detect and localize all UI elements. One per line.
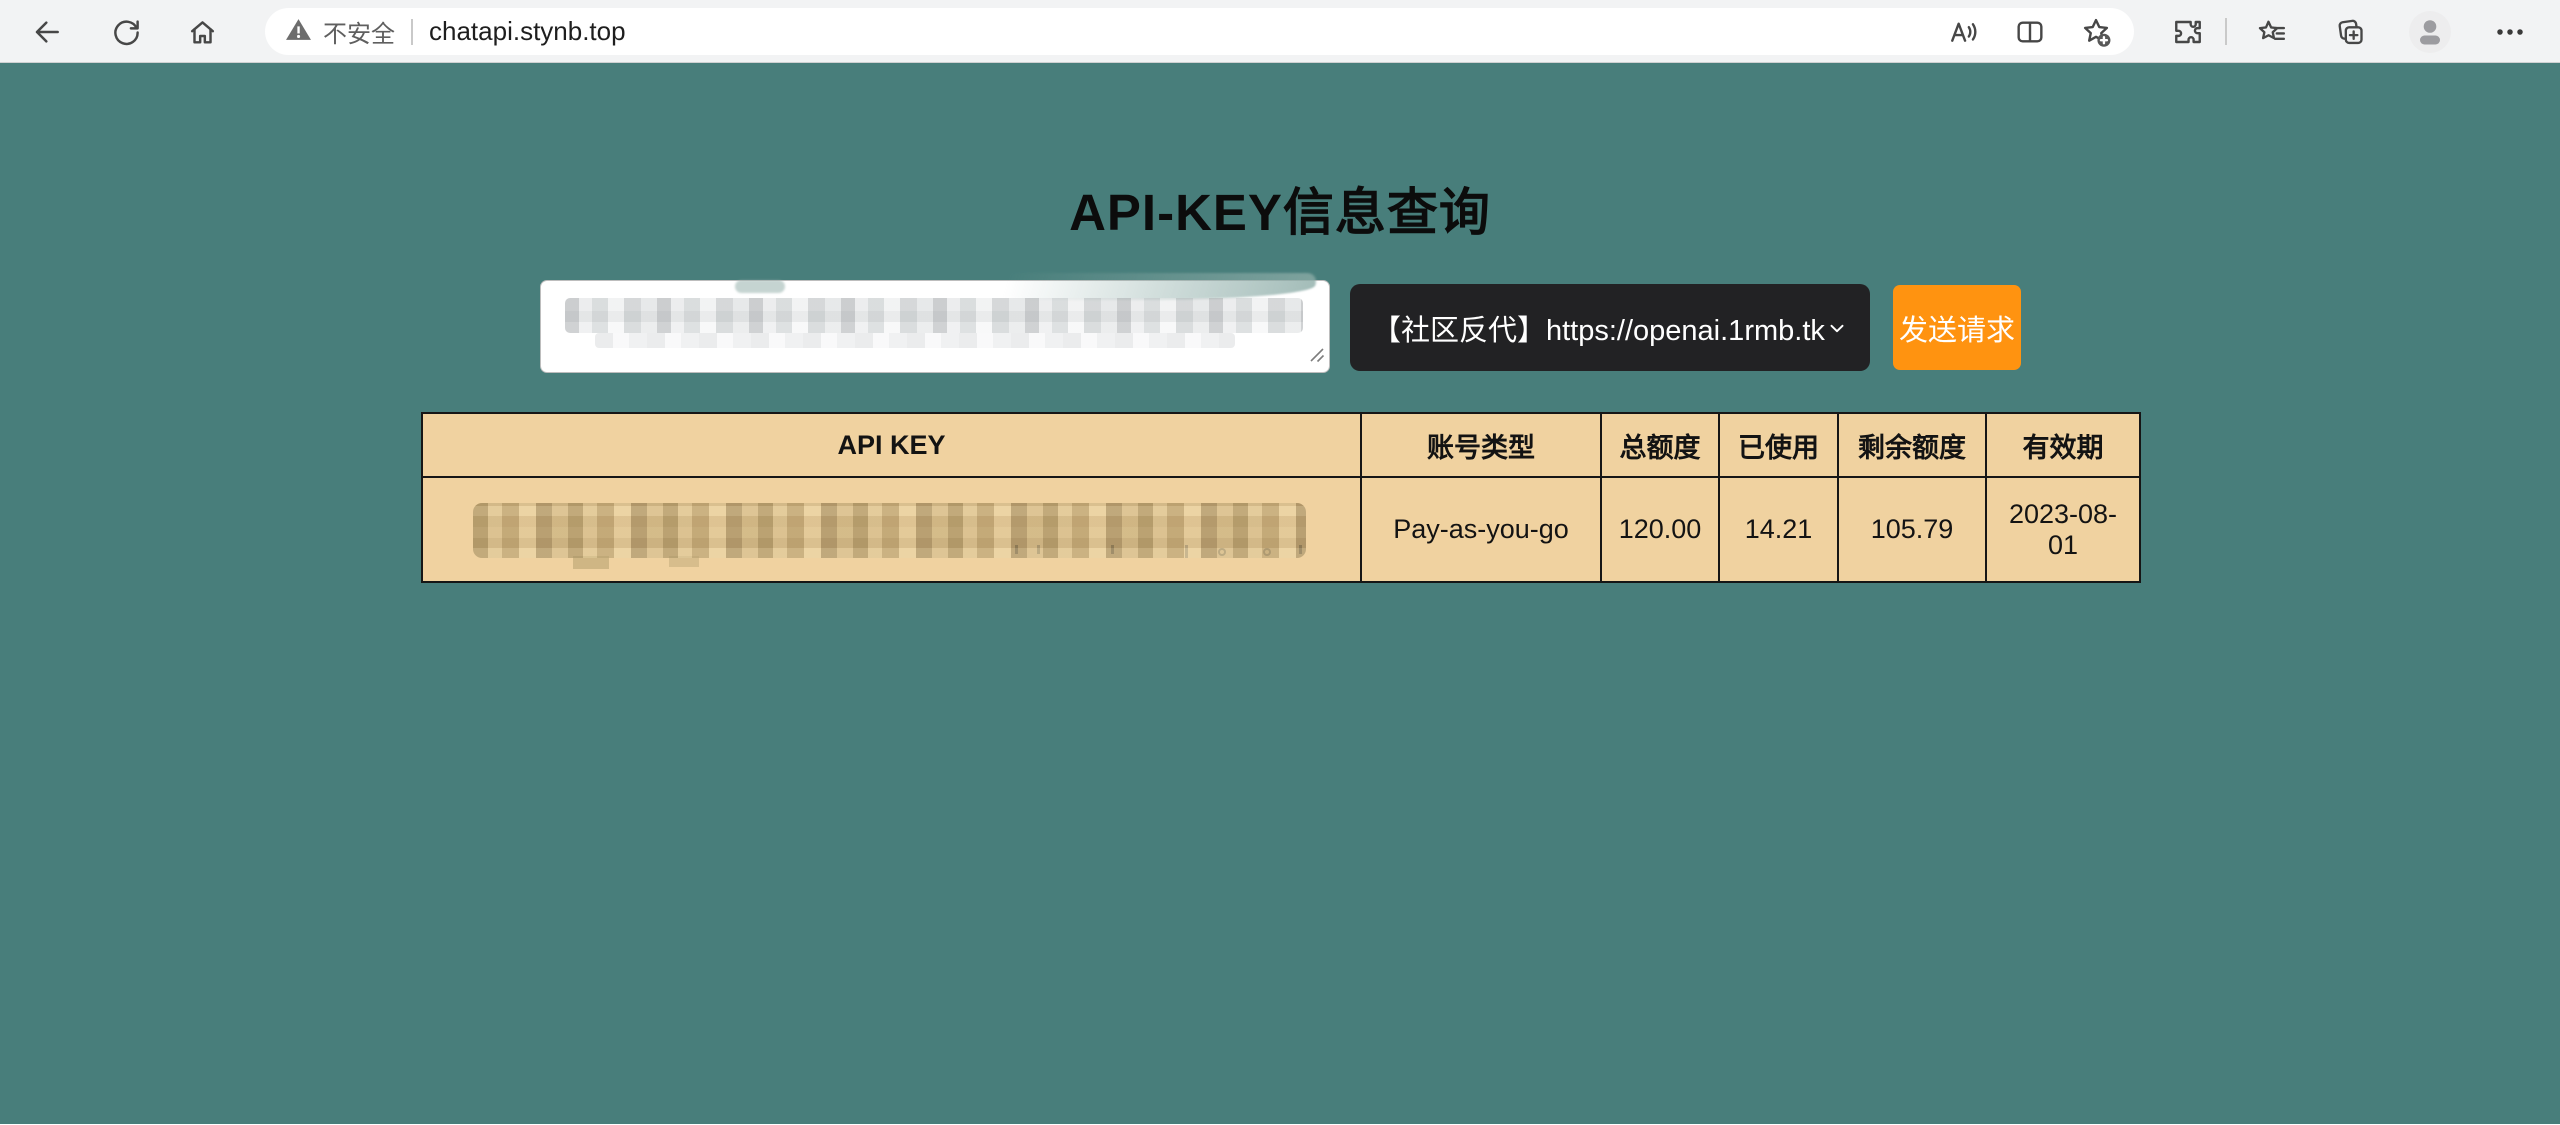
api-key-input-wrap [540, 280, 1330, 373]
header-used: 已使用 [1719, 413, 1838, 477]
favorite-add-icon[interactable] [2076, 12, 2116, 52]
warning-icon [285, 17, 312, 47]
favorites-bar-button[interactable] [2249, 10, 2293, 54]
back-icon [31, 16, 63, 48]
address-bar[interactable]: 不安全 chatapi.stynb.top [265, 8, 2134, 55]
collections-button[interactable] [2328, 10, 2372, 54]
more-icon [2495, 17, 2525, 47]
redaction-smudge [735, 280, 785, 293]
toolbar-divider [2225, 18, 2227, 45]
endpoint-select[interactable]: 【社区反代】https://openai.1rmb.tk [1350, 284, 1870, 371]
read-aloud-icon[interactable] [1944, 12, 1984, 52]
header-account-type: 账号类型 [1361, 413, 1601, 477]
header-remaining: 剩余额度 [1838, 413, 1986, 477]
cell-account-type: Pay-as-you-go [1361, 477, 1601, 582]
redacted-api-key-mosaic [595, 333, 1235, 348]
cell-api-key-redacted [422, 477, 1361, 582]
page-title: API-KEY信息查询 [0, 171, 2560, 245]
endpoint-select-value: 【社区反代】https://openai.1rmb.tk [1372, 307, 1825, 349]
cell-remaining: 105.79 [1838, 477, 1986, 582]
extensions-button[interactable] [2166, 10, 2210, 54]
collections-icon [2334, 16, 2367, 49]
more-menu-button[interactable] [2488, 10, 2532, 54]
favorites-bar-icon [2255, 16, 2288, 49]
chevron-down-icon [1825, 316, 1849, 340]
cell-used: 14.21 [1719, 477, 1838, 582]
home-icon [187, 17, 218, 48]
refresh-icon [111, 17, 142, 48]
cell-expiry: 2023-08-01 [1986, 477, 2140, 582]
extensions-icon [2172, 16, 2204, 48]
site-security-chip[interactable]: 不安全 [285, 14, 395, 49]
table-row: Pay-as-you-go 120.00 14.21 105.79 2023-0… [422, 477, 2140, 582]
page-body: API-KEY信息查询 【社区反代】https://openai.1rmb.tk… [0, 63, 2560, 1124]
profile-button[interactable] [2408, 10, 2452, 54]
table-header-row: API KEY 账号类型 总额度 已使用 剩余额度 有效期 [422, 413, 2140, 477]
browser-toolbar: 不安全 chatapi.stynb.top [0, 0, 2560, 63]
header-api-key: API KEY [422, 413, 1361, 477]
header-expiry: 有效期 [1986, 413, 2140, 477]
split-screen-icon[interactable] [2010, 12, 2050, 52]
redacted-api-key-mosaic [473, 503, 1306, 558]
url-text[interactable]: chatapi.stynb.top [429, 16, 626, 47]
back-button[interactable] [25, 10, 69, 54]
home-button[interactable] [180, 10, 224, 54]
address-divider [411, 19, 413, 45]
profile-icon [2408, 10, 2452, 54]
redacted-api-key-mosaic [565, 298, 1303, 333]
resize-grip-icon[interactable] [1308, 346, 1325, 368]
cell-total-quota: 120.00 [1601, 477, 1719, 582]
send-request-button[interactable]: 发送请求 [1893, 285, 2021, 370]
header-total-quota: 总额度 [1601, 413, 1719, 477]
refresh-button[interactable] [104, 10, 148, 54]
api-key-result-table: API KEY 账号类型 总额度 已使用 剩余额度 有效期 [421, 412, 2141, 583]
security-label: 不安全 [323, 14, 395, 49]
